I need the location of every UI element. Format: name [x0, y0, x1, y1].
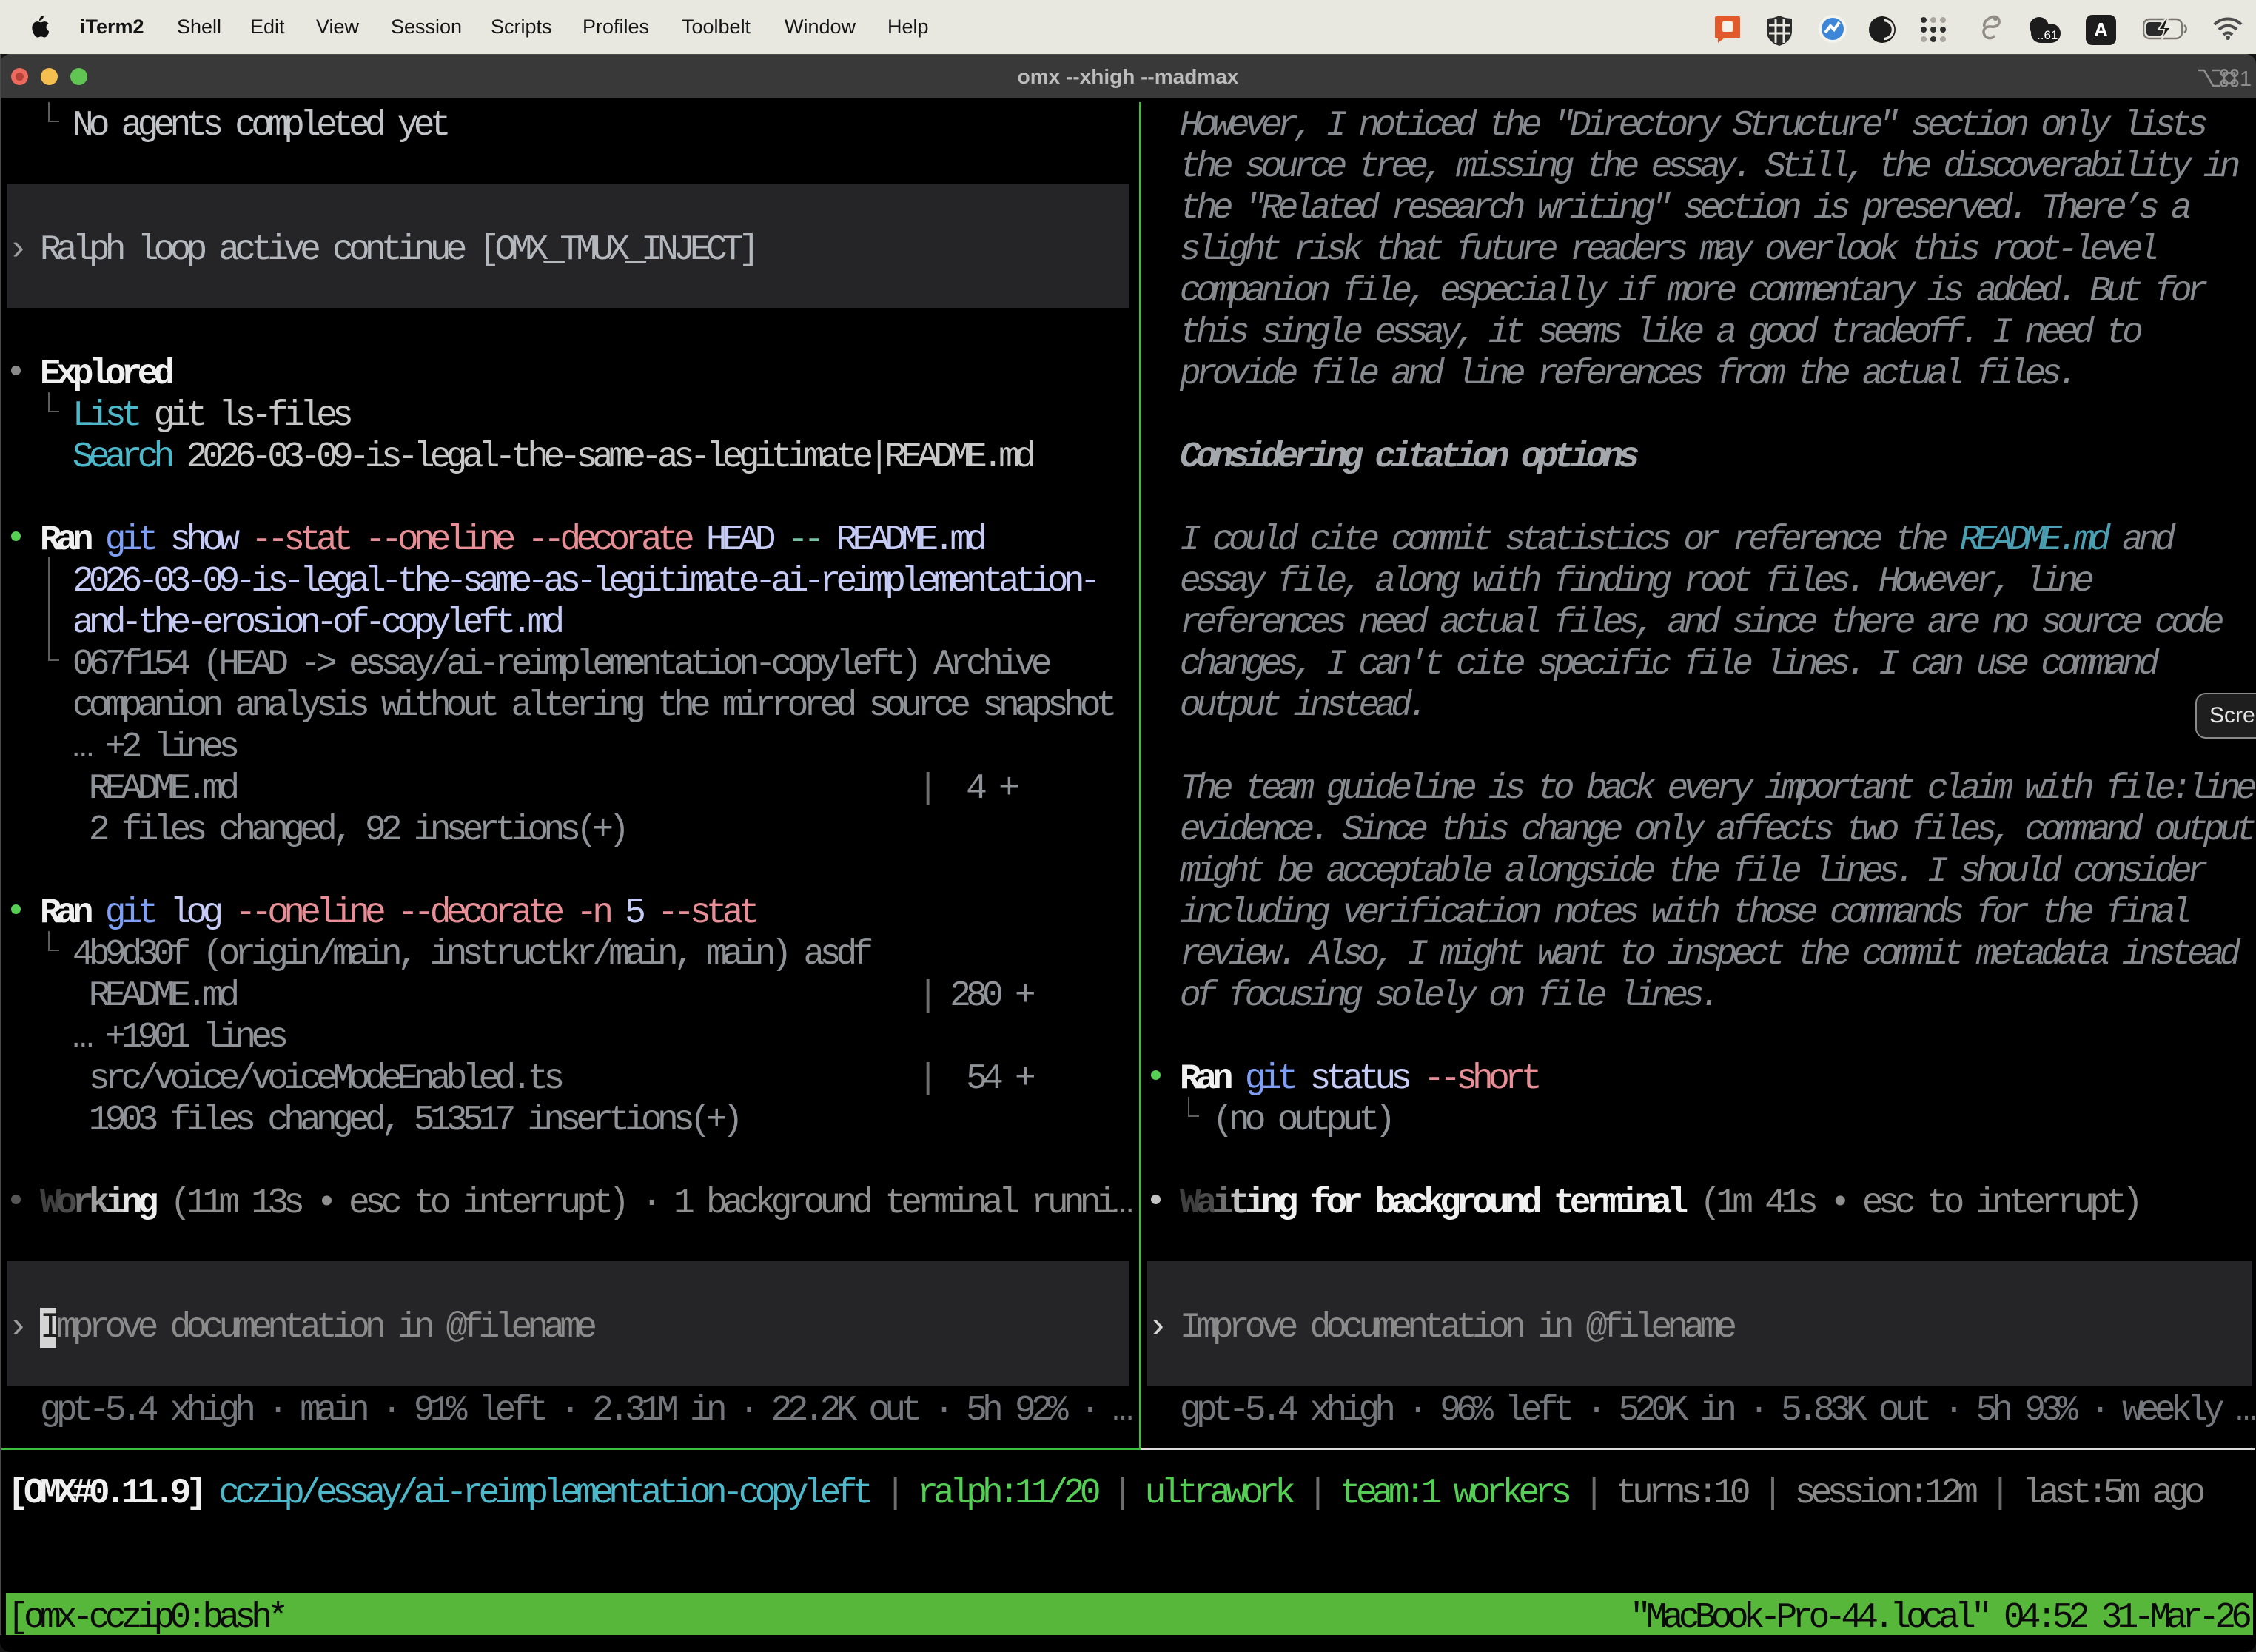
svg-text:1: 1: [2240, 67, 2252, 91]
svg-text:..61: ..61: [2037, 28, 2058, 42]
